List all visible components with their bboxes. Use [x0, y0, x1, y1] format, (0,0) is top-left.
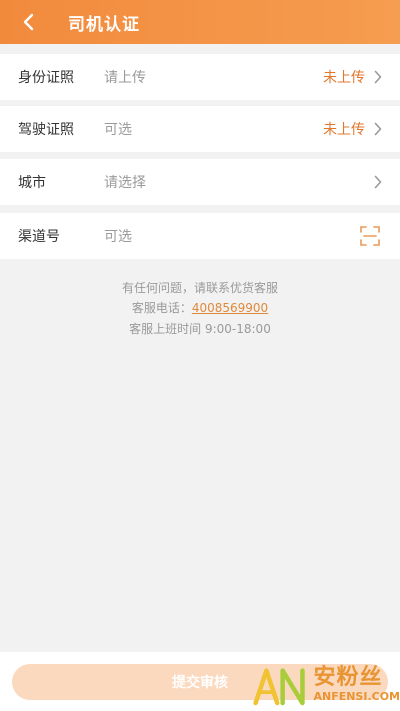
row-value: 可选 [104, 122, 132, 138]
row-value: 请选择 [104, 175, 146, 191]
watermark-cn: 安粉丝 [313, 665, 383, 690]
chevron-right-icon [374, 70, 382, 84]
chevron-left-icon [23, 13, 34, 31]
watermark-logo [253, 668, 305, 706]
watermark: 安粉丝 ANFENSI.COM [252, 660, 400, 710]
header-bar: 司机认证 [0, 0, 400, 44]
watermark-en: ANFENSI.COM [313, 690, 400, 703]
help-phone-line: 客服电话：4008569900 [0, 299, 400, 316]
status-badge: 未上传 [323, 122, 365, 138]
status-badge: 未上传 [323, 70, 365, 86]
channel-input[interactable]: 可选 [104, 226, 132, 246]
scan-icon[interactable] [360, 226, 380, 246]
phone-link[interactable]: 4008569900 [192, 301, 268, 315]
form-row-city[interactable]: 城市 请选择 [0, 159, 400, 205]
row-value: 请上传 [104, 70, 146, 86]
help-text: 有任何问题，请联系优货客服 [121, 281, 278, 295]
driver-certification-screen: 司机认证 身份证照 请上传 未上传 驾驶证照 可选 未上传 城市 请选择 渠道号… [0, 0, 400, 711]
form-row-id-card[interactable]: 身份证照 请上传 未上传 [0, 54, 400, 100]
row-label: 身份证照 [18, 70, 74, 86]
chevron-right-icon [374, 175, 382, 189]
page-title: 司机认证 [68, 14, 140, 35]
row-label: 城市 [18, 175, 46, 191]
chevron-right-icon [374, 122, 382, 136]
watermark-text: 安粉丝 ANFENSI.COM [313, 666, 400, 704]
row-label: 驾驶证照 [18, 122, 74, 138]
back-button[interactable] [0, 0, 56, 44]
row-label: 渠道号 [18, 229, 60, 245]
phone-label: 客服电话： [131, 301, 192, 315]
form-row-channel[interactable]: 渠道号 可选 [0, 213, 400, 259]
service-hours: 客服上班时间 9:00-18:00 [129, 322, 271, 336]
form-row-driver-license[interactable]: 驾驶证照 可选 未上传 [0, 106, 400, 152]
